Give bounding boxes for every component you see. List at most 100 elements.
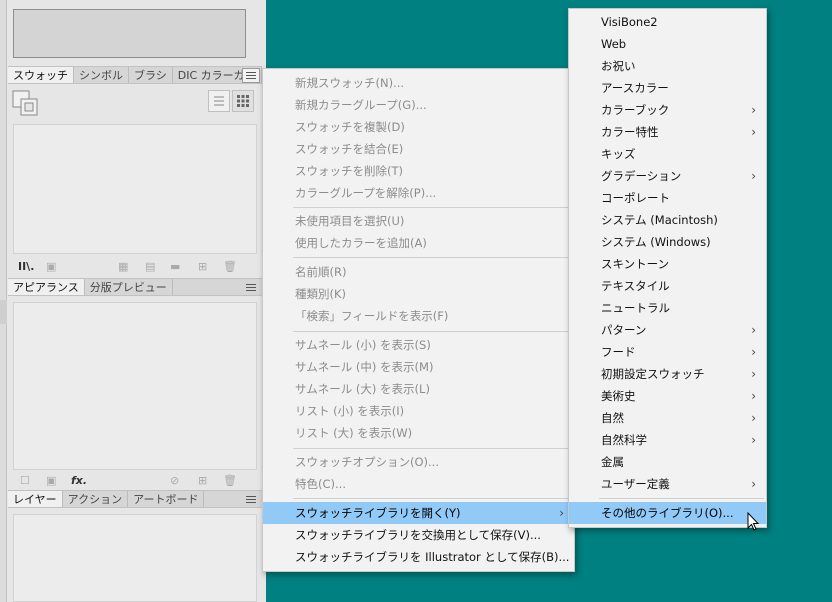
menu-save-library-as-ai[interactable]: スウォッチライブラリを Illustrator として保存(B)...: [263, 546, 574, 568]
duplicate-item-icon[interactable]: ⊞: [198, 475, 207, 487]
swatch-libraries-menu-icon[interactable]: II\.: [18, 261, 34, 273]
library-science[interactable]: 自然科学 ›: [569, 429, 766, 451]
menu-small-thumbnail-view[interactable]: サムネール (小) を表示(S): [263, 334, 574, 356]
menu-separator: [293, 257, 572, 258]
menu-save-library-as-ase[interactable]: スウォッチライブラリを交換用として保存(V)...: [263, 524, 574, 546]
layers-panel-menu-button[interactable]: [242, 492, 260, 507]
add-stroke-icon[interactable]: ☐: [20, 475, 30, 487]
dock-edge[interactable]: [0, 0, 7, 602]
menu-large-list-view[interactable]: リスト (大) を表示(W): [263, 422, 574, 444]
library-color-books[interactable]: カラーブック ›: [569, 99, 766, 121]
tab-layers[interactable]: レイヤー: [8, 491, 63, 507]
layers-panel-tabs: レイヤー アクション アートボード: [8, 490, 262, 508]
library-foods[interactable]: フード ›: [569, 341, 766, 363]
library-web[interactable]: Web: [569, 33, 766, 55]
swatches-footer: II\. ▣ ▦ ▤ ▬ ⊞ 🗑: [8, 258, 262, 276]
color-preview-swatch: [13, 9, 246, 58]
appearance-list-area[interactable]: [13, 302, 257, 470]
submenu-arrow-icon: ›: [751, 367, 756, 381]
menu-sort-by-name[interactable]: 名前順(R): [263, 261, 574, 283]
library-system-macintosh[interactable]: システム (Macintosh): [569, 209, 766, 231]
swatches-panel-menu: 新規スウォッチ(N)... 新規カラーグループ(G)... スウォッチを複製(D…: [262, 68, 575, 572]
menu-sort-by-kind[interactable]: 種類別(K): [263, 283, 574, 305]
menu-new-color-group[interactable]: 新規カラーグループ(G)...: [263, 94, 574, 116]
menu-separator: [293, 448, 572, 449]
submenu-arrow-icon: ›: [751, 433, 756, 447]
submenu-arrow-icon: ›: [751, 323, 756, 337]
library-other-library[interactable]: その他のライブラリ(O)...: [569, 502, 766, 524]
grid-view-icon[interactable]: [232, 90, 254, 112]
library-user-defined[interactable]: ユーザー定義 ›: [569, 473, 766, 495]
layers-list-area[interactable]: [13, 514, 257, 602]
menu-separator: [293, 331, 572, 332]
menu-new-swatch[interactable]: 新規スウォッチ(N)...: [263, 72, 574, 94]
menu-large-thumbnail-view[interactable]: サムネール (大) を表示(L): [263, 378, 574, 400]
submenu-arrow-icon: ›: [751, 169, 756, 183]
menu-separator: [293, 498, 572, 499]
appearance-panel: アピアランス 分版プレビュー ☐ ▣ fx. ⊘ ⊞ 🗑: [8, 278, 262, 488]
library-earth-tone[interactable]: アースカラー: [569, 77, 766, 99]
menu-small-list-view[interactable]: リスト (小) を表示(I): [263, 400, 574, 422]
library-art-history[interactable]: 美術史 ›: [569, 385, 766, 407]
library-system-windows[interactable]: システム (Windows): [569, 231, 766, 253]
menu-separator: [293, 207, 572, 208]
library-neutral[interactable]: ニュートラル: [569, 297, 766, 319]
appearance-panel-menu-button[interactable]: [242, 280, 260, 295]
library-textiles[interactable]: テキスタイル: [569, 275, 766, 297]
menu-swatch-options[interactable]: スウォッチオプション(O)...: [263, 451, 574, 473]
menu-merge-swatches[interactable]: スウォッチを結合(E): [263, 138, 574, 160]
library-celebration[interactable]: お祝い: [569, 55, 766, 77]
new-swatch-icon[interactable]: ⊞: [198, 261, 207, 273]
mouse-cursor-icon: [747, 512, 760, 531]
library-skin-tones[interactable]: スキントーン: [569, 253, 766, 275]
library-color-properties[interactable]: カラー特性 ›: [569, 121, 766, 143]
new-color-group-icon[interactable]: ▬: [170, 261, 180, 273]
add-fill-icon[interactable]: ▣: [46, 475, 56, 487]
tab-separations-preview[interactable]: 分版プレビュー: [85, 279, 173, 295]
tab-appearance[interactable]: アピアランス: [8, 279, 85, 295]
color-preview-area: [8, 0, 262, 64]
submenu-arrow-icon: ›: [751, 345, 756, 359]
layers-panel: レイヤー アクション アートボード: [8, 490, 262, 602]
menu-duplicate-swatch[interactable]: スウォッチを複製(D): [263, 116, 574, 138]
delete-item-icon[interactable]: 🗑: [223, 475, 237, 487]
submenu-arrow-icon: ›: [751, 103, 756, 117]
library-visibone2[interactable]: VisiBone2: [569, 11, 766, 33]
library-kids[interactable]: キッズ: [569, 143, 766, 165]
submenu-arrow-icon: ›: [751, 125, 756, 139]
place-swatches-icon[interactable]: ▣: [46, 261, 56, 273]
clear-appearance-icon[interactable]: ⊘: [170, 475, 179, 487]
library-default-swatches[interactable]: 初期設定スウォッチ ›: [569, 363, 766, 385]
swatches-panel-menu-button[interactable]: [242, 68, 260, 83]
add-effect-icon[interactable]: fx.: [71, 475, 87, 487]
library-gradients[interactable]: グラデーション ›: [569, 165, 766, 187]
appearance-footer: ☐ ▣ fx. ⊘ ⊞ 🗑: [8, 472, 262, 490]
swatches-panel: スウォッチ シンボル ブラシ DIC カラーガイ II\. ▣ ▦ ▤ ▬ ⊞: [8, 66, 262, 276]
fill-stroke-icon[interactable]: [12, 90, 42, 120]
menu-spot-colors[interactable]: 特色(C)...: [263, 473, 574, 495]
library-metal[interactable]: 金属: [569, 451, 766, 473]
menu-medium-thumbnail-view[interactable]: サムネール (中) を表示(M): [263, 356, 574, 378]
swatch-options-icon[interactable]: ▤: [145, 261, 155, 273]
library-patterns[interactable]: パターン ›: [569, 319, 766, 341]
library-corporate[interactable]: コーポレート: [569, 187, 766, 209]
submenu-arrow-icon: ›: [751, 477, 756, 491]
library-nature[interactable]: 自然 ›: [569, 407, 766, 429]
list-view-icon[interactable]: [208, 90, 230, 112]
show-swatch-kinds-icon[interactable]: ▦: [118, 261, 128, 273]
menu-select-unused[interactable]: 未使用項目を選択(U): [263, 210, 574, 232]
menu-open-swatch-library[interactable]: スウォッチライブラリを開く(Y) ›: [263, 502, 574, 524]
tab-actions[interactable]: アクション: [63, 491, 129, 507]
tab-symbols[interactable]: シンボル: [74, 67, 129, 83]
tab-swatches[interactable]: スウォッチ: [8, 67, 74, 83]
submenu-arrow-icon: ›: [559, 506, 564, 520]
tab-artboards[interactable]: アートボード: [128, 491, 205, 507]
menu-ungroup-color-group[interactable]: カラーグループを解除(P)...: [263, 182, 574, 204]
delete-swatch-icon[interactable]: 🗑: [223, 261, 237, 273]
tab-brushes[interactable]: ブラシ: [129, 67, 173, 83]
menu-add-used-colors[interactable]: 使用したカラーを追加(A): [263, 232, 574, 254]
appearance-panel-tabs: アピアランス 分版プレビュー: [8, 278, 262, 296]
menu-delete-swatch[interactable]: スウォッチを削除(T): [263, 160, 574, 182]
menu-show-find-field[interactable]: 「検索」フィールドを表示(F): [263, 305, 574, 327]
swatch-list-area[interactable]: [13, 124, 257, 254]
